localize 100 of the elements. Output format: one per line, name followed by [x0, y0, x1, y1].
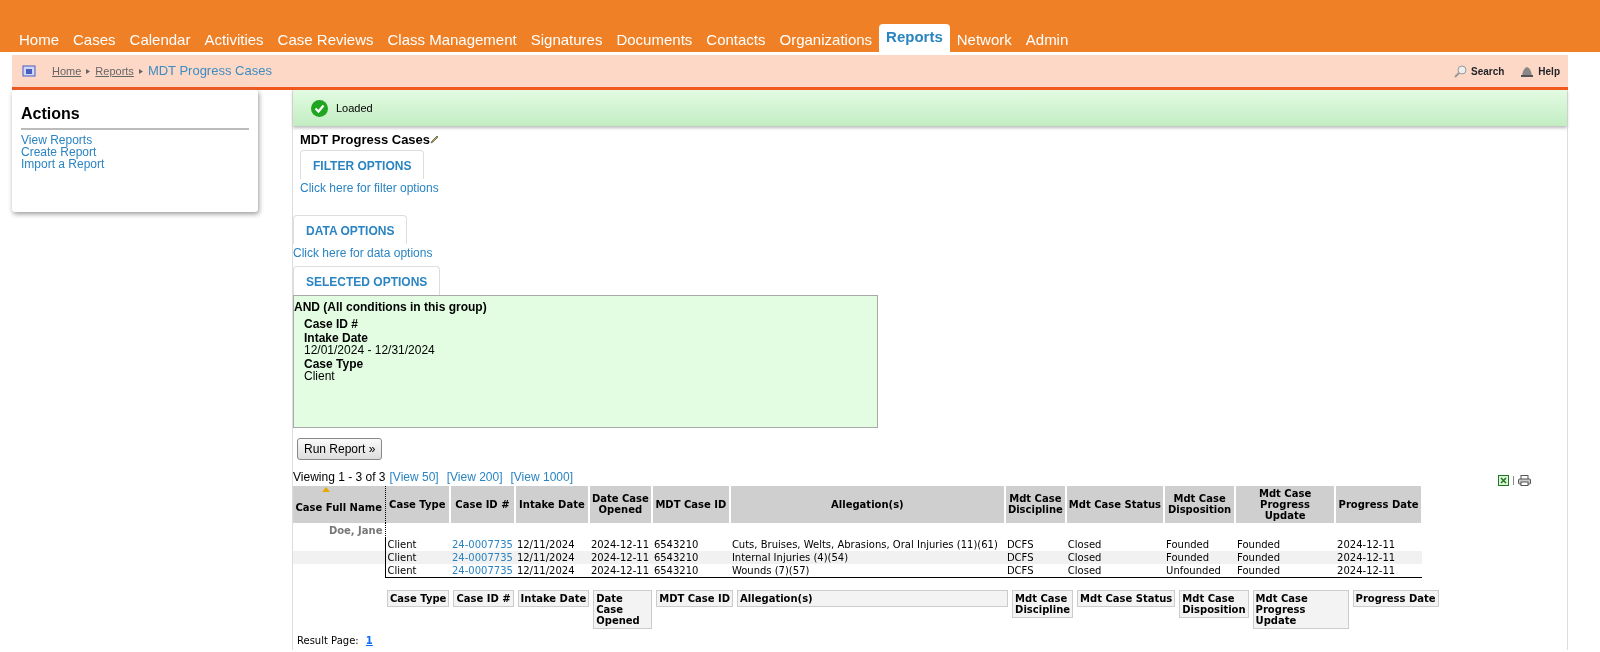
filter-options-link[interactable]: Click here for filter options [300, 180, 439, 195]
table-cell: 6543210 [651, 550, 730, 564]
column-header[interactable]: Intake Date [514, 485, 589, 523]
table-cell: Closed [1065, 550, 1165, 564]
table-cell-text: 2024-12-11 [589, 537, 650, 551]
table-cell: DCFS [1004, 563, 1066, 577]
bell-icon[interactable] [1520, 65, 1535, 77]
nav-tab[interactable]: Reports [879, 24, 950, 52]
column-header[interactable]: Progress Date [1335, 485, 1423, 523]
nav-tab[interactable]: Contacts [699, 27, 773, 52]
table-cell: 2024-12-11 [1335, 563, 1423, 577]
data-options-tab[interactable]: DATA OPTIONS [293, 214, 408, 244]
column-header: MDT Case ID [656, 589, 734, 607]
viewing-count: Viewing 1 - 3 of 3 [293, 468, 386, 486]
nav-tab[interactable]: Calendar [122, 27, 198, 52]
nav-tab[interactable]: Admin [1018, 27, 1076, 52]
table-cell: 2024-12-11 [588, 563, 652, 577]
data-options-link[interactable]: Click here for data options [293, 245, 433, 260]
table-cell-text: 12/11/2024 [515, 537, 576, 551]
run-report-button[interactable]: Run Report » [297, 437, 383, 460]
column-header[interactable]: Allegation(s) [729, 485, 1005, 523]
action-link[interactable]: View Reports [21, 134, 249, 146]
table-cell: Founded [1235, 550, 1336, 564]
group-name: Doe, Jane [327, 523, 383, 538]
nav-tab[interactable]: Home [12, 27, 66, 52]
table-cell-text: DCFS [1005, 537, 1035, 551]
help-link[interactable]: Help [1538, 63, 1560, 79]
nav-tab[interactable]: Cases [66, 27, 123, 52]
action-link[interactable]: Import a Report [21, 158, 249, 170]
table-cell: Internal Injuries (4)(54) [729, 550, 1005, 564]
condition-label: Case ID # [304, 317, 360, 330]
table-cell: Founded [1164, 550, 1236, 564]
separator-icon [86, 68, 91, 74]
condition-label: Intake Date [304, 331, 370, 344]
nav-tab[interactable]: Activities [197, 27, 271, 52]
nav-tab[interactable]: Network [949, 27, 1019, 52]
condition-value: 12/01/2024 - 12/31/2024 [304, 343, 436, 356]
selected-options-tab[interactable]: SELECTED OPTIONS [293, 265, 441, 295]
nav-tab[interactable]: Case Reviews [270, 27, 381, 52]
table-cell: Client [385, 537, 450, 551]
nav-tab[interactable]: Organizations [772, 27, 880, 52]
column-header: Intake Date [517, 589, 590, 607]
filter-options-tab[interactable]: FILTER OPTIONS [300, 149, 425, 179]
breadcrumb-item: MDT Progress Cases [147, 62, 272, 81]
divider-icon [1513, 475, 1514, 485]
panel-icon[interactable] [22, 65, 36, 77]
column-header: Mdt Case Disposition [1179, 589, 1249, 618]
table-cell: Founded [1235, 563, 1336, 577]
table-cell: Client [385, 563, 450, 577]
table-cell-text: Closed [1066, 537, 1103, 551]
panel-title: Actions [21, 102, 249, 130]
table-cell: 6543210 [651, 563, 730, 577]
column-header[interactable]: Mdt Case Progress Update [1235, 485, 1336, 523]
column-header[interactable]: Case Type [385, 485, 450, 523]
table-cell: 12/11/2024 [514, 563, 589, 577]
table-cell: 2024-12-11 [1335, 550, 1423, 564]
breadcrumb-item[interactable]: Reports [95, 62, 134, 80]
column-header[interactable]: Case ID # [450, 485, 515, 523]
column-header[interactable]: Mdt Case Status [1065, 485, 1165, 523]
nav-tab[interactable]: Signatures [523, 27, 610, 52]
breadcrumb-item[interactable]: Home [52, 62, 82, 80]
column-header: Case ID # [453, 589, 514, 607]
page-number[interactable]: 1 [365, 634, 373, 646]
view-link[interactable]: [View 50] [389, 467, 439, 486]
column-header: Date Case Opened [593, 589, 653, 629]
table-cell: 2024-12-11 [588, 550, 652, 564]
view-link[interactable]: [View 200] [446, 467, 503, 486]
column-header[interactable]: MDT Case ID [651, 485, 730, 523]
printer-icon[interactable] [1518, 474, 1531, 486]
table-cell-text: Cuts, Bruises, Welts, Abrasions, Oral Injuries (11)(61) [730, 537, 999, 551]
table-cell: Client [385, 550, 450, 564]
table-cell-text: Founded [1236, 537, 1282, 551]
column-header: Mdt Case Status [1077, 589, 1176, 607]
nav-tab[interactable]: Documents [609, 27, 700, 52]
search-icon[interactable] [1453, 64, 1467, 78]
table-cell-text: 2024-12-11 [1336, 537, 1397, 551]
table-cell: Unfounded [1164, 563, 1236, 577]
spreadsheet-icon[interactable] [1498, 474, 1509, 486]
report-title: MDT Progress Cases [300, 131, 431, 149]
table-cell: DCFS [1004, 550, 1066, 564]
column-header: Progress Date [1352, 589, 1439, 607]
table-cell-text: 6543210 [652, 537, 700, 551]
table-cell: 12/11/2024 [514, 550, 589, 564]
nav-tab[interactable]: Class Management [380, 27, 524, 52]
column-header[interactable]: Mdt Case Discipline [1004, 485, 1066, 523]
column-header[interactable]: Mdt Case Disposition [1164, 485, 1236, 523]
column-header[interactable]: Date Case Opened [588, 485, 652, 523]
status-text: Loaded [336, 100, 373, 116]
column-header: Mdt Case Discipline [1012, 589, 1074, 618]
pencil-icon[interactable] [430, 135, 440, 145]
search-link[interactable]: Search [1470, 63, 1505, 79]
case-id-link[interactable]: 24-0007735 [452, 564, 513, 576]
case-id-link[interactable]: 24-0007735 [452, 551, 513, 563]
action-link[interactable]: Create Report [21, 146, 249, 158]
table-cell: Wounds (7)(57) [729, 563, 1005, 577]
column-header[interactable]: Case Full Name [293, 485, 385, 523]
table-cell: Closed [1065, 563, 1165, 577]
view-link[interactable]: [View 1000] [510, 467, 573, 486]
case-id-link[interactable]: 24-0007735 [452, 538, 513, 550]
separator-icon [138, 68, 143, 74]
